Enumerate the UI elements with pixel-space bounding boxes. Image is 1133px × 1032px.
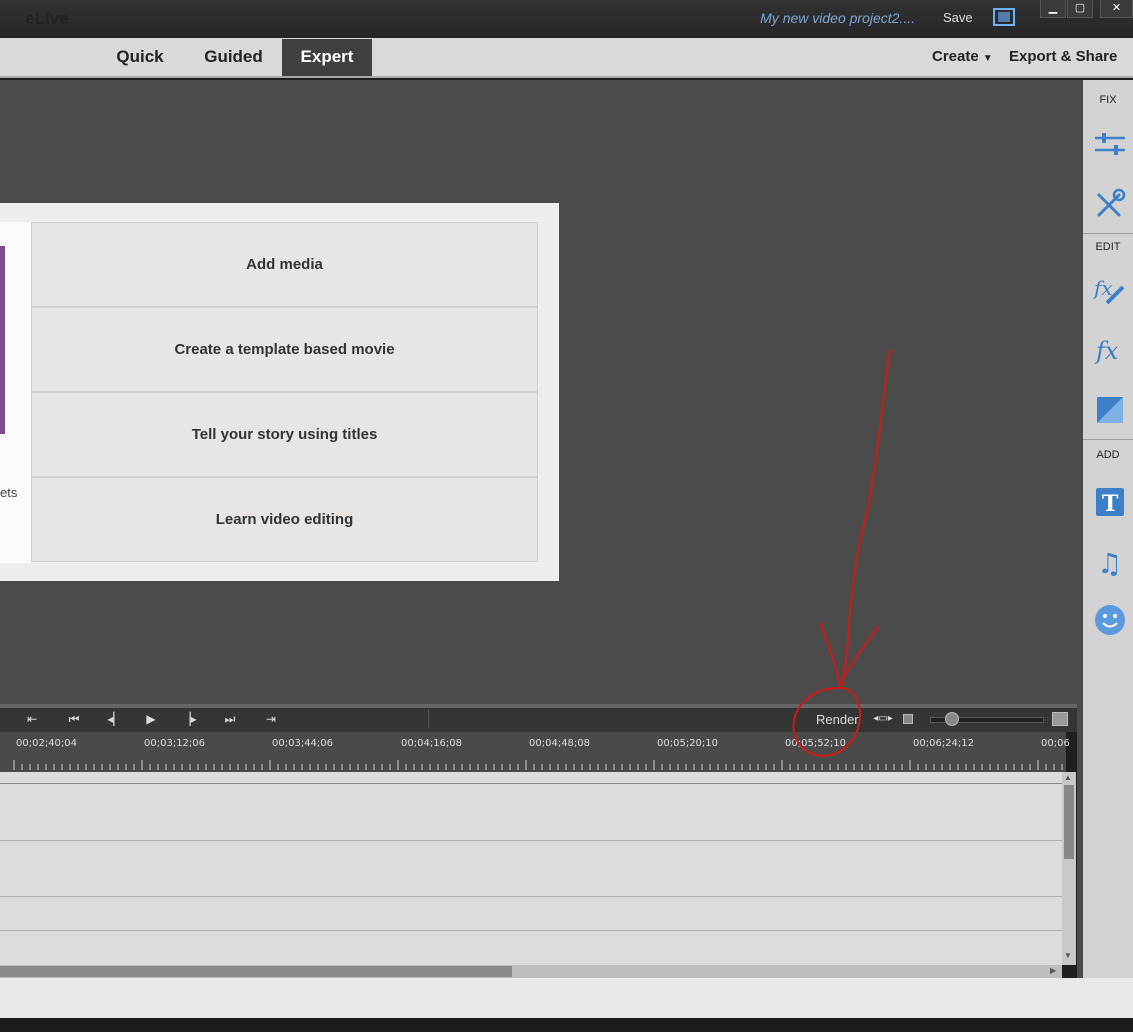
maximize-button[interactable]: ▢ xyxy=(1067,0,1093,18)
titles-icon[interactable]: T xyxy=(1093,485,1127,519)
close-button[interactable]: ✕ xyxy=(1100,0,1133,18)
play-icon[interactable]: ▶ xyxy=(141,710,161,728)
divider xyxy=(1083,233,1133,234)
project-title[interactable]: My new video project2.... xyxy=(760,10,915,26)
timecode: 00;04;48;08 xyxy=(529,738,591,749)
track-divider xyxy=(0,896,1062,897)
adjustments-icon[interactable] xyxy=(1093,128,1127,162)
divider xyxy=(428,710,429,728)
transport-bar xyxy=(0,704,1077,732)
skip-start-icon[interactable]: ⏮ xyxy=(64,710,84,728)
template-movie-option[interactable]: Create a template based movie xyxy=(31,307,538,392)
music-icon[interactable]: ♫ xyxy=(1093,545,1127,579)
create-label: Create xyxy=(932,48,979,65)
export-share-menu[interactable]: Export & Share xyxy=(1009,38,1117,76)
divider xyxy=(1083,439,1133,440)
track-divider xyxy=(0,840,1062,841)
titles-story-option[interactable]: Tell your story using titles xyxy=(31,392,538,477)
fx-edit-icon[interactable]: fx xyxy=(1093,273,1127,307)
taskbar-strip xyxy=(0,1018,1133,1032)
status-bar xyxy=(0,978,1133,1018)
go-to-in-icon[interactable]: ⇤ xyxy=(22,710,42,728)
svg-text:♫: ♫ xyxy=(1097,547,1122,579)
tab-elive[interactable]: eLive xyxy=(14,0,80,38)
timecode: 00;04;16;08 xyxy=(401,738,463,749)
svg-text:T: T xyxy=(1102,491,1119,517)
learn-editing-option[interactable]: Learn video editing xyxy=(31,477,538,562)
svg-text:fx: fx xyxy=(1094,337,1119,365)
timecode: 00;03;44;06 xyxy=(272,738,334,749)
track-divider xyxy=(0,930,1062,931)
fx-icon[interactable]: fx xyxy=(1093,333,1127,367)
zoom-out-icon[interactable] xyxy=(903,714,913,724)
go-to-out-icon[interactable]: ⇥ xyxy=(261,710,281,728)
timecode: 00;03;12;06 xyxy=(144,738,206,749)
track-divider xyxy=(0,783,1062,784)
timecode: 00;02;40;04 xyxy=(16,738,78,749)
tab-expert[interactable]: Expert xyxy=(282,39,372,76)
tab-guided[interactable]: Guided xyxy=(196,38,271,76)
transitions-icon[interactable] xyxy=(1093,393,1127,427)
create-menu[interactable]: Create ▼ xyxy=(932,38,993,76)
graphics-smiley-icon[interactable] xyxy=(1093,603,1127,637)
timeline-tracks[interactable] xyxy=(0,772,1066,965)
fix-label: FIX xyxy=(1099,94,1117,106)
red-arrow-annotation xyxy=(792,349,891,757)
fullscreen-icon[interactable] xyxy=(993,8,1015,26)
tools-icon[interactable] xyxy=(1093,187,1127,221)
welcome-thumbnail xyxy=(0,246,5,434)
scroll-up-icon[interactable]: ▲ xyxy=(1064,773,1072,782)
save-button[interactable]: Save xyxy=(943,10,973,25)
scroll-right-icon[interactable]: ▶ xyxy=(1050,966,1056,975)
tab-quick[interactable]: Quick xyxy=(108,38,172,76)
chevron-down-icon: ▼ xyxy=(982,53,993,64)
add-media-option[interactable]: Add media xyxy=(31,222,538,307)
skip-end-icon[interactable]: ⏭ xyxy=(220,710,240,728)
timecode: 00;06 xyxy=(1041,738,1070,749)
zoom-slider-thumb[interactable] xyxy=(945,712,959,726)
ruler-ticks xyxy=(0,760,1066,772)
timecode: 00;06;24;12 xyxy=(913,738,975,749)
zoom-in-icon[interactable] xyxy=(1052,712,1068,726)
horizontal-scrollbar-thumb[interactable] xyxy=(0,966,512,977)
minimize-button[interactable]: ▁ xyxy=(1040,0,1066,18)
scroll-down-icon[interactable]: ▼ xyxy=(1064,951,1072,960)
vertical-scrollbar-thumb[interactable] xyxy=(1064,785,1074,859)
timecode: 00;05;20;10 xyxy=(657,738,719,749)
step-back-icon[interactable]: ◂▏ xyxy=(105,710,125,728)
welcome-side-text: ets xyxy=(0,485,18,500)
svg-text:fx: fx xyxy=(1093,276,1113,300)
add-label: ADD xyxy=(1096,449,1120,461)
step-forward-icon[interactable]: ▕▸ xyxy=(179,710,199,728)
edit-label: EDIT xyxy=(1095,241,1121,253)
